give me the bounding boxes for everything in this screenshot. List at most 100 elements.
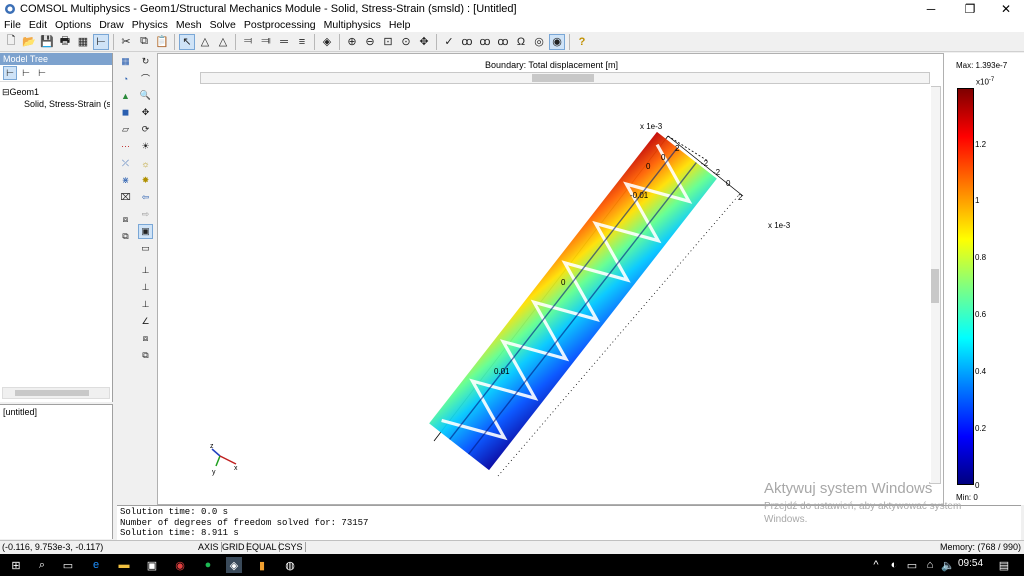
tree-detail-icon[interactable]: ⊢ <box>19 66 33 80</box>
select-arrow-icon[interactable]: ↖ <box>179 33 195 50</box>
view-zx-icon[interactable]: ⊥ <box>138 297 153 312</box>
cylinder-icon[interactable]: ◔ <box>118 71 133 86</box>
cone-icon[interactable]: ▲ <box>118 88 133 103</box>
tree-item-geom1[interactable]: ⊟Geom1 <box>2 86 110 98</box>
taskbar-clock[interactable]: 09:54 <box>958 558 983 569</box>
store-icon[interactable]: ▣ <box>144 557 160 573</box>
notifications-icon[interactable]: ▤ <box>996 557 1012 573</box>
3d-plot-canvas[interactable]: x 1e-3 x 1e-3 2 0 -2 0 -0.01 2 0 -2 0 0.… <box>198 86 931 482</box>
headlight-icon[interactable]: ☼ <box>138 156 153 171</box>
scroll-thumb[interactable] <box>15 390 89 396</box>
parametric-icon[interactable]: ꝏ <box>495 34 511 50</box>
scroll-thumb[interactable] <box>532 74 594 82</box>
triangle-icon[interactable]: △ <box>197 34 213 50</box>
network-icon[interactable]: ⌂ <box>922 557 938 573</box>
tray-app-icon[interactable]: ◐ <box>886 557 902 573</box>
close-button[interactable]: ✕ <box>989 0 1023 17</box>
move-icon[interactable]: ✥ <box>416 34 432 50</box>
zoom-window-icon[interactable]: ⊡ <box>380 34 396 50</box>
block-icon[interactable]: ▦ <box>118 54 133 69</box>
axis-toggle-button[interactable]: AXIS <box>196 542 222 552</box>
array-icon[interactable]: ⋯ <box>118 139 133 154</box>
tree-flat-icon[interactable]: ⊢ <box>35 66 49 80</box>
menu-file[interactable]: File <box>0 19 25 31</box>
spotify-icon[interactable]: ● <box>200 557 216 573</box>
view-xy-icon[interactable]: ⊥ <box>138 263 153 278</box>
back-view-icon[interactable]: ⧉ <box>138 348 153 363</box>
mesh-icon[interactable]: ◈ <box>319 34 335 50</box>
task-view-icon[interactable]: ▭ <box>60 557 76 573</box>
equal-toggle-button[interactable]: EQUAL <box>244 542 280 552</box>
menu-physics[interactable]: Physics <box>128 19 172 31</box>
csys-toggle-button[interactable]: CSYS <box>276 542 306 552</box>
menu-draw[interactable]: Draw <box>95 19 128 31</box>
light-icon[interactable]: ☀ <box>138 139 153 154</box>
search-icon[interactable]: ⌕ <box>34 557 50 573</box>
paste-icon[interactable]: 📋 <box>154 34 170 50</box>
tray-chevron-icon[interactable]: ^ <box>868 557 884 573</box>
update-icon[interactable]: ꝏ <box>477 34 493 50</box>
forward-arrow-icon[interactable]: ⇨ <box>138 207 153 222</box>
help-icon[interactable]: ? <box>574 34 590 50</box>
tree-item-solid-stress-strain[interactable]: Solid, Stress-Strain (sm <box>2 98 110 110</box>
front-view-icon[interactable]: ⧈ <box>138 331 153 346</box>
battery-icon[interactable]: ▭ <box>904 557 920 573</box>
mirror-icon[interactable]: ⋇ <box>118 173 133 188</box>
omega-icon[interactable]: Ω <box>513 34 529 50</box>
copy-icon[interactable]: ⧉ <box>136 34 152 50</box>
orbit-icon[interactable]: ⟳ <box>138 122 153 137</box>
minimize-button[interactable]: ─ <box>914 0 948 17</box>
rotate-icon[interactable]: ↻ <box>138 54 153 69</box>
file-explorer-icon[interactable]: ▬ <box>116 557 132 573</box>
print-icon[interactable]: 🖶 <box>57 34 73 50</box>
difference-icon[interactable]: ⧉ <box>118 229 133 244</box>
postprocessing-icon[interactable]: ◉ <box>549 33 565 50</box>
scene-light-icon[interactable]: ✸ <box>138 173 153 188</box>
windows-start-icon[interactable]: ⊞ <box>8 557 24 573</box>
bezier-icon[interactable]: ⌒ <box>138 71 153 86</box>
scroll-thumb[interactable] <box>931 269 939 303</box>
save-icon[interactable]: 💾 <box>39 34 55 50</box>
menu-solve[interactable]: Solve <box>206 19 240 31</box>
cut-icon[interactable]: ✂ <box>118 34 134 50</box>
zoom-extents-icon[interactable]: ⊙ <box>398 34 414 50</box>
copy-geometry-icon[interactable]: ⤫ <box>118 156 133 171</box>
menu-edit[interactable]: Edit <box>25 19 51 31</box>
boundary-settings-icon[interactable]: ⫤ <box>240 34 256 50</box>
zoom-out-icon[interactable]: ⊖ <box>362 34 378 50</box>
scale-icon[interactable]: ⌧ <box>118 190 133 205</box>
wireframe-icon[interactable]: ▭ <box>138 241 153 256</box>
app-taskbar-icon[interactable]: ◍ <box>282 557 298 573</box>
menu-postprocessing[interactable]: Postprocessing <box>240 19 320 31</box>
edge-browser-icon[interactable]: e <box>88 557 104 573</box>
view-3d-icon[interactable]: ∠ <box>138 314 153 329</box>
triangle-outline-icon[interactable]: △ <box>215 34 231 50</box>
open-folder-icon[interactable]: 📂 <box>21 34 37 50</box>
zoom-icon[interactable]: 🔍 <box>138 88 153 103</box>
maximize-button[interactable]: ❐ <box>953 0 987 17</box>
app-taskbar-icon[interactable]: ▮ <box>254 557 270 573</box>
model-navigator-icon[interactable]: ▦ <box>75 34 91 50</box>
union-icon[interactable]: ⧈ <box>118 212 133 227</box>
menu-help[interactable]: Help <box>385 19 415 31</box>
pan-icon[interactable]: ✥ <box>138 105 153 120</box>
comsol-taskbar-icon[interactable]: ◈ <box>226 557 242 573</box>
subdomain-settings-icon[interactable]: ⫥ <box>258 34 274 50</box>
sphere-icon[interactable]: ◼ <box>118 105 133 120</box>
tree-horizontal-scrollbar[interactable] <box>2 387 110 399</box>
edge-settings-icon[interactable]: ═ <box>276 34 292 50</box>
chrome-icon[interactable]: ◉ <box>172 557 188 573</box>
equation-icon[interactable]: ≡ <box>294 34 310 50</box>
collapse-icon[interactable]: ⊟ <box>2 87 10 97</box>
back-arrow-icon[interactable]: ⇦ <box>138 190 153 205</box>
menu-multiphysics[interactable]: Multiphysics <box>320 19 385 31</box>
volume-icon[interactable]: 🔈 <box>940 557 956 573</box>
transparency-icon[interactable]: ▣ <box>138 224 153 239</box>
zoom-in-icon[interactable]: ⊕ <box>344 34 360 50</box>
plot-icon[interactable]: ◎ <box>531 34 547 50</box>
model-tree-toggle-icon[interactable]: ⊢ <box>93 33 109 50</box>
tree-view-icon[interactable]: ⊢ <box>3 66 17 80</box>
view-yz-icon[interactable]: ⊥ <box>138 280 153 295</box>
menu-mesh[interactable]: Mesh <box>172 19 206 31</box>
menu-options[interactable]: Options <box>51 19 95 31</box>
